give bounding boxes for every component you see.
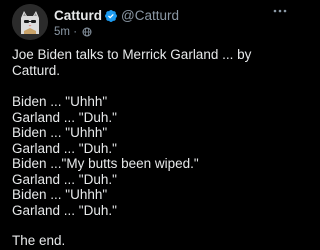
dialogue-line: Garland ... "Duh." <box>12 202 117 218</box>
author-names: Catturd @Catturd <box>54 8 179 24</box>
tweet-text: Joe Biden talks to Merrick Garland ... b… <box>12 47 290 249</box>
tweet-header: Catturd @Catturd 5m · <box>12 4 290 40</box>
verified-badge-icon <box>105 10 117 22</box>
dialogue-line: Biden ... "Uhhh" <box>12 187 108 202</box>
tweet-card[interactable]: Catturd @Catturd 5m · Joe Biden talks to … <box>0 0 300 250</box>
cat-avatar-icon[interactable] <box>12 4 48 40</box>
author-display-name[interactable]: Catturd <box>54 8 102 23</box>
globe-icon <box>82 27 92 37</box>
author-handle[interactable]: @Catturd <box>121 8 179 23</box>
tweet-meta: 5m · <box>54 25 92 39</box>
dialogue-line: Biden ... "Uhhh" <box>12 94 108 109</box>
tweet-title-line: Joe Biden talks to Merrick Garland ... b… <box>12 47 252 78</box>
meta-separator: · <box>73 26 78 38</box>
dialogue-line: Biden ..."My butts been wiped." <box>12 156 199 171</box>
dialogue-line: Garland ... "Duh." <box>12 109 117 125</box>
timestamp[interactable]: 5m <box>54 26 70 38</box>
tweet-ending-line: The end. <box>12 233 66 248</box>
dialogue-line: Biden ... "Uhhh" <box>12 125 108 140</box>
dialogue-line: Garland ... "Duh." <box>12 171 117 187</box>
dialogue-line: Garland ... "Duh." <box>12 140 117 156</box>
more-options-icon[interactable] <box>270 4 290 18</box>
